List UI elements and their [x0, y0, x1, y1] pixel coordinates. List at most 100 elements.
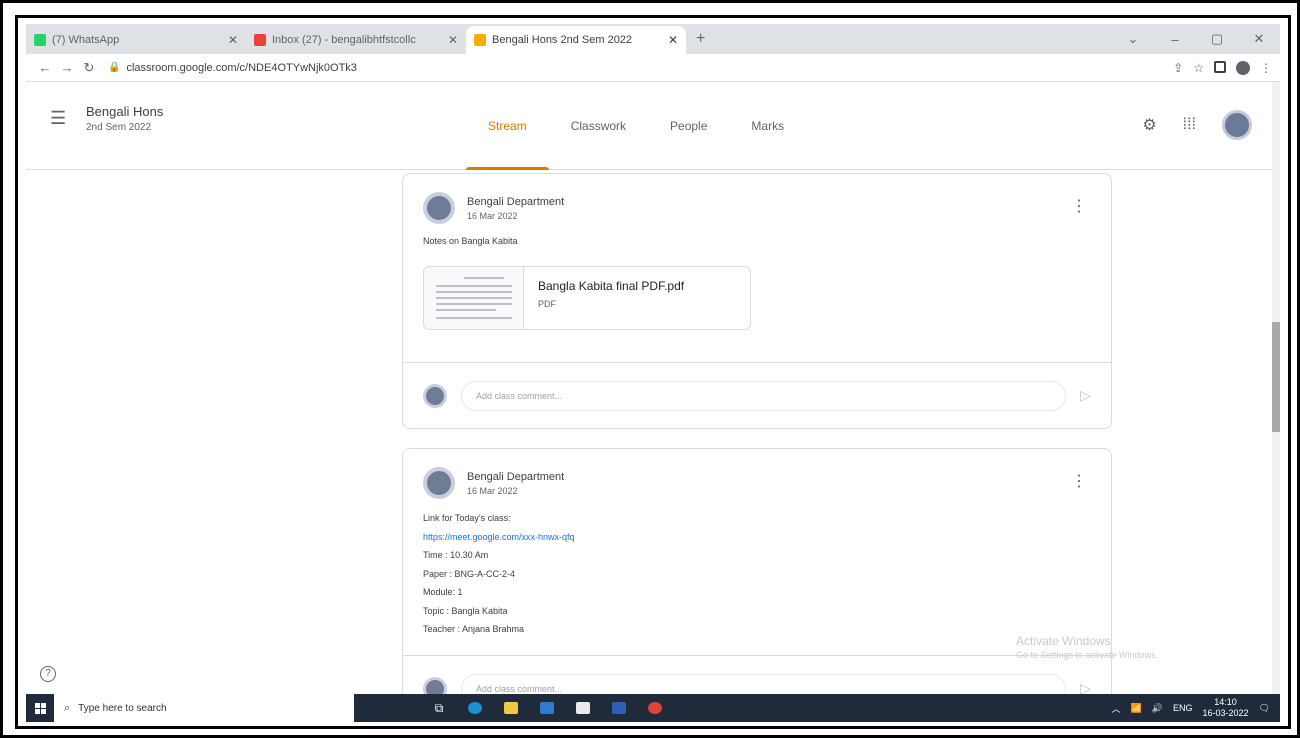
notifications-icon[interactable]: 🗨: [1259, 703, 1270, 714]
close-tab-icon[interactable]: ✕: [228, 33, 238, 47]
attachment-name: Bangla Kabita final PDF.pdf: [538, 279, 685, 293]
main-menu-icon[interactable]: ☰: [50, 108, 66, 129]
extensions-icon[interactable]: [1214, 60, 1226, 73]
comment-row: Add class comment... ▷: [403, 655, 1111, 694]
post-line: Module: 1: [423, 587, 463, 597]
taskbar-clock[interactable]: 14:10 16-03-2022: [1203, 697, 1249, 719]
post-meta: Bengali Department 16 Mar 2022: [467, 196, 564, 221]
pdf-attachment[interactable]: Bangla Kabita final PDF.pdf PDF: [423, 266, 751, 330]
word-icon[interactable]: [606, 697, 632, 719]
class-comment-input[interactable]: Add class comment...: [461, 673, 1067, 694]
search-icon: ⌕: [64, 701, 71, 714]
classroom-favicon-icon: [474, 34, 486, 46]
user-avatar: [423, 676, 447, 694]
whatsapp-favicon-icon: [34, 34, 46, 46]
close-window-button[interactable]: ✕: [1238, 31, 1280, 47]
windows-start-icon[interactable]: [26, 694, 54, 722]
share-icon[interactable]: ⇪: [1173, 61, 1183, 75]
apps-grid-icon[interactable]: ⁞⁞⁞: [1183, 116, 1196, 134]
new-tab-button[interactable]: +: [686, 30, 715, 54]
attachment-info: Bangla Kabita final PDF.pdf PDF: [524, 267, 698, 329]
wifi-icon[interactable]: 📶: [1131, 703, 1142, 714]
close-tab-icon[interactable]: ✕: [668, 33, 678, 47]
bookmark-star-icon[interactable]: ☆: [1193, 61, 1204, 75]
post-header: Bengali Department 16 Mar 2022: [423, 467, 564, 499]
post-text: Notes on Bangla Kabita: [423, 236, 518, 246]
post-header: Bengali Department 16 Mar 2022: [423, 192, 564, 224]
browser-tab-classroom[interactable]: Bengali Hons 2nd Sem 2022 ✕: [466, 26, 686, 54]
meet-link[interactable]: https://meet.google.com/xxx-hnwx-qfq: [423, 528, 575, 547]
back-arrow-icon[interactable]: ←: [34, 60, 56, 75]
maximize-button[interactable]: ▢: [1196, 31, 1238, 47]
mail-icon[interactable]: [534, 697, 560, 719]
comment-row: Add class comment... ▷: [403, 362, 1111, 428]
post-date: 16 Mar 2022: [467, 485, 518, 496]
edge-icon[interactable]: [462, 697, 488, 719]
class-section: 2nd Sem 2022: [86, 122, 152, 133]
post-line: Link for Today's class:: [423, 513, 511, 523]
file-explorer-icon[interactable]: [498, 697, 524, 719]
tab-classwork[interactable]: Classwork: [549, 82, 648, 170]
classroom-header: ☰ Bengali Hons 2nd Sem 2022 Stream Class…: [26, 82, 1272, 170]
class-nav-tabs: Stream Classwork People Marks: [466, 82, 806, 170]
post-text: Link for Today's class: https://meet.goo…: [423, 509, 575, 639]
scrollbar-thumb[interactable]: [1272, 322, 1280, 432]
post-line: Time : 10.30 Am: [423, 550, 489, 560]
gmail-favicon-icon: [254, 34, 266, 46]
tray-chevron-icon[interactable]: ︿: [1112, 702, 1121, 715]
language-indicator[interactable]: ENG: [1173, 703, 1193, 713]
tab-search-button[interactable]: ⌄: [1112, 31, 1154, 47]
settings-gear-icon[interactable]: ⚙: [1142, 115, 1156, 135]
url-text: classroom.google.com/c/NDE4OTYwNjk0OTk3: [126, 61, 357, 74]
screen: (7) WhatsApp ✕ Inbox (27) - bengalibhtfs…: [26, 24, 1280, 722]
address-bar-row: ← → ↻ 🔒 classroom.google.com/c/NDE4OTYwN…: [26, 54, 1280, 82]
user-avatar: [423, 383, 447, 408]
browser-tab-strip: (7) WhatsApp ✕ Inbox (27) - bengalibhtfs…: [26, 24, 1280, 54]
tab-title: (7) WhatsApp: [52, 34, 120, 46]
watermark-title: Activate Windows: [1016, 634, 1111, 648]
post-line: Paper : BNG-A-CC-2-4: [423, 568, 516, 579]
profile-icon[interactable]: [1236, 60, 1250, 75]
help-icon[interactable]: ?: [40, 666, 56, 682]
browser-tab-whatsapp[interactable]: (7) WhatsApp ✕: [26, 26, 246, 54]
forward-arrow-icon[interactable]: →: [56, 60, 78, 75]
taskbar-search-placeholder: Type here to search: [78, 702, 167, 714]
lock-icon[interactable]: 🔒: [108, 62, 120, 73]
minimize-button[interactable]: –: [1154, 32, 1196, 47]
taskbar-search[interactable]: ⌕ Type here to search: [54, 694, 354, 722]
reload-icon[interactable]: ↻: [78, 60, 100, 76]
post-line: Topic : Bangla Kabita: [423, 605, 508, 616]
clock-date: 16-03-2022: [1202, 708, 1249, 718]
attachment-thumbnail: [424, 267, 524, 329]
post-date: 16 Mar 2022: [467, 210, 518, 221]
post-options-icon[interactable]: ⋮: [1071, 196, 1087, 216]
tab-marks[interactable]: Marks: [729, 82, 806, 170]
class-title[interactable]: Bengali Hons: [86, 104, 163, 119]
post-author: Bengali Department: [467, 195, 565, 208]
browser-toolbar: ⇪ ☆ ⋮: [1173, 60, 1272, 75]
class-comment-input[interactable]: Add class comment...: [461, 380, 1067, 411]
tab-stream[interactable]: Stream: [466, 82, 549, 170]
account-avatar[interactable]: [1222, 110, 1252, 140]
outer-frame: (7) WhatsApp ✕ Inbox (27) - bengalibhtfs…: [0, 0, 1300, 738]
post-card: Bengali Department 16 Mar 2022 ⋮ Link fo…: [402, 448, 1112, 694]
post-meta: Bengali Department 16 Mar 2022: [467, 471, 564, 496]
tab-people[interactable]: People: [648, 82, 729, 170]
stream-feed: Bengali Department 16 Mar 2022 ⋮ Notes o…: [26, 171, 1272, 694]
close-tab-icon[interactable]: ✕: [448, 33, 458, 47]
post-options-icon[interactable]: ⋮: [1071, 471, 1087, 491]
send-icon[interactable]: ▷: [1080, 680, 1091, 694]
inner-frame: (7) WhatsApp ✕ Inbox (27) - bengalibhtfs…: [15, 15, 1291, 729]
task-view-icon[interactable]: ⧉: [426, 697, 452, 719]
browser-tab-gmail[interactable]: Inbox (27) - bengalibhtfstcollc ✕: [246, 26, 466, 54]
store-icon[interactable]: [570, 697, 596, 719]
url-bar[interactable]: 🔒 classroom.google.com/c/NDE4OTYwNjk0OTk…: [108, 57, 1173, 79]
page-scrollbar[interactable]: [1272, 82, 1280, 694]
volume-icon[interactable]: 🔊: [1152, 703, 1163, 714]
tab-title: Bengali Hons 2nd Sem 2022: [492, 34, 633, 46]
send-icon[interactable]: ▷: [1080, 387, 1091, 404]
chrome-icon[interactable]: [642, 697, 668, 719]
clock-time: 14:10: [1214, 697, 1237, 707]
tab-title: Inbox (27) - bengalibhtfstcollc: [272, 34, 416, 46]
browser-menu-icon[interactable]: ⋮: [1260, 61, 1272, 75]
